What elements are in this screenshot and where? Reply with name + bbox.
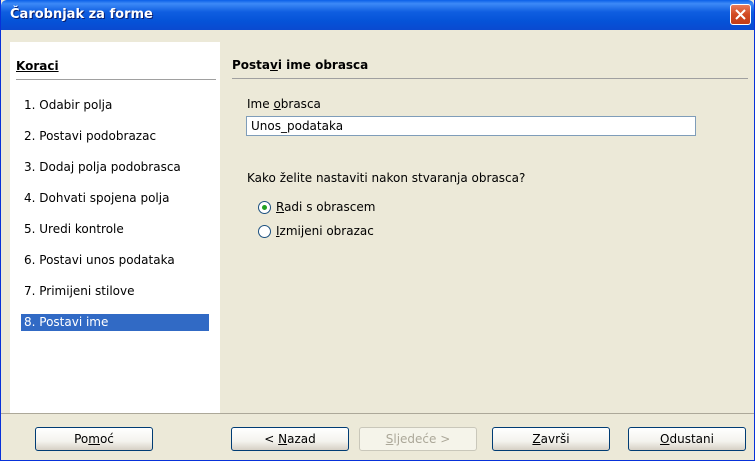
steps-divider (16, 79, 216, 80)
content-panel: Postavi ime obrasca Ime obrasca Kako žel… (220, 42, 753, 413)
steps-panel: Koraci 1. Odabir polja 2. Postavi podobr… (10, 42, 220, 414)
step-label: 1. Odabir polja (24, 98, 113, 112)
content-divider (232, 78, 748, 79)
form-wizard-window: Čarobnjak za forme Koraci 1. Odabir polj… (0, 0, 755, 461)
step-item-1[interactable]: 1. Odabir polja (21, 97, 209, 114)
steps-title: Koraci (16, 59, 59, 73)
bottom-divider (1, 413, 754, 414)
step-label: 4. Dohvati spojena polja (24, 191, 170, 205)
window-title: Čarobnjak za forme (10, 7, 153, 22)
title-bar[interactable]: Čarobnjak za forme (1, 0, 754, 30)
close-icon (735, 9, 746, 20)
cancel-button[interactable]: Odustani (628, 427, 746, 451)
step-item-2[interactable]: 2. Postavi podobrazac (21, 128, 209, 145)
radio-work-with-form[interactable]: Radi s obrascem (258, 199, 375, 215)
step-item-4[interactable]: 4. Dohvati spojena polja (21, 190, 209, 207)
close-button[interactable] (730, 4, 751, 25)
radio-label: Radi s obrascem (276, 200, 376, 214)
step-label: 3. Dodaj polja podobrasca (24, 160, 181, 174)
step-label: 8. Postavi ime (24, 315, 109, 329)
radio-modify-form[interactable]: Izmijeni obrazac (258, 223, 374, 239)
finish-button[interactable]: Završi (492, 427, 610, 451)
help-button[interactable]: Pomoć (35, 427, 153, 451)
step-label: 2. Postavi podobrazac (24, 129, 157, 143)
form-name-label: Ime obrasca (247, 97, 321, 111)
form-name-input[interactable] (246, 116, 696, 136)
step-item-5[interactable]: 5. Uredi kontrole (21, 221, 209, 238)
radio-button[interactable] (258, 224, 271, 238)
radio-button-checked[interactable] (258, 200, 271, 214)
next-button[interactable]: Sljedeće > (359, 427, 477, 451)
continue-question: Kako želite nastaviti nakon stvaranja ob… (247, 171, 526, 185)
step-label: 5. Uredi kontrole (24, 222, 124, 236)
step-item-6[interactable]: 6. Postavi unos podataka (21, 252, 209, 269)
radio-label: Izmijeni obrazac (276, 224, 374, 238)
back-button[interactable]: < Nazad (231, 427, 349, 451)
step-item-3[interactable]: 3. Dodaj polja podobrasca (21, 159, 209, 176)
page-title: Postavi ime obrasca (232, 58, 369, 72)
step-item-7[interactable]: 7. Primijeni stilove (21, 283, 209, 300)
step-label: 7. Primijeni stilove (24, 284, 135, 298)
step-label: 6. Postavi unos podataka (24, 253, 175, 267)
step-item-8[interactable]: 8. Postavi ime (21, 314, 209, 331)
